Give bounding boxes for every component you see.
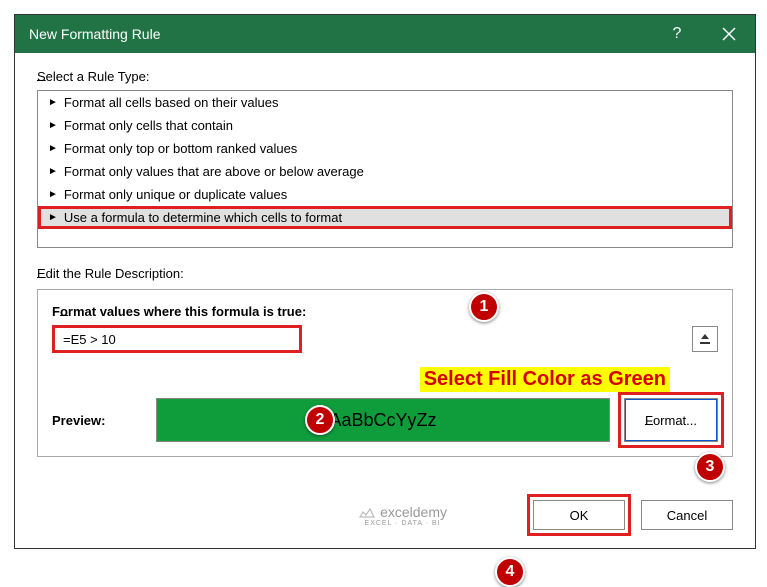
cancel-button[interactable]: Cancel (641, 500, 733, 530)
titlebar: New Formatting Rule ? (15, 15, 755, 53)
logo-icon (358, 505, 376, 519)
arrow-icon: ► (48, 212, 58, 223)
format-button[interactable]: Format... (624, 398, 718, 442)
rule-description-box: Format values where this formula is true… (37, 289, 733, 457)
arrow-icon: ► (48, 97, 58, 108)
select-rule-type-label: Select a Rule Type: (37, 69, 733, 84)
edit-rule-description-label: Edit the Rule Description: (37, 266, 733, 281)
rule-type-item[interactable]: ►Format all cells based on their values (38, 91, 732, 114)
formula-label: Format values where this formula is true… (52, 304, 718, 325)
preview-label: Preview: (52, 413, 142, 428)
watermark: exceldemy EXCEL · DATA · BI (358, 504, 447, 527)
preview-box: AaBbCcYyZz (156, 398, 610, 442)
collapse-icon (698, 332, 712, 346)
dialog-title: New Formatting Rule (29, 26, 651, 42)
step-badge-2: 2 (305, 405, 335, 435)
dialog-content: Select a Rule Type: ►Format all cells ba… (15, 53, 755, 548)
collapse-dialog-button[interactable] (692, 326, 718, 352)
step-badge-4: 4 (495, 557, 525, 587)
arrow-icon: ► (48, 166, 58, 177)
rule-type-item[interactable]: ►Format only values that are above or be… (38, 160, 732, 183)
arrow-icon: ► (48, 120, 58, 131)
rule-type-listbox[interactable]: ►Format all cells based on their values … (37, 90, 733, 248)
annotation-text: Select Fill Color as Green (420, 367, 670, 392)
ok-button[interactable]: OK (533, 500, 625, 530)
help-button[interactable]: ? (651, 15, 703, 53)
rule-type-item[interactable]: ►Format only top or bottom ranked values (38, 137, 732, 160)
arrow-icon: ► (48, 189, 58, 200)
step-badge-3: 3 (695, 452, 725, 482)
close-icon (722, 27, 736, 41)
close-button[interactable] (703, 15, 755, 53)
rule-type-item-selected[interactable]: ►Use a formula to determine which cells … (38, 206, 732, 229)
new-formatting-rule-dialog: New Formatting Rule ? Select a Rule Type… (14, 14, 756, 549)
arrow-icon: ► (48, 143, 58, 154)
step-badge-1: 1 (469, 292, 499, 322)
rule-type-item[interactable]: ►Format only unique or duplicate values (38, 183, 732, 206)
formula-input[interactable]: =E5 > 10 (52, 325, 302, 353)
rule-type-item[interactable]: ►Format only cells that contain (38, 114, 732, 137)
